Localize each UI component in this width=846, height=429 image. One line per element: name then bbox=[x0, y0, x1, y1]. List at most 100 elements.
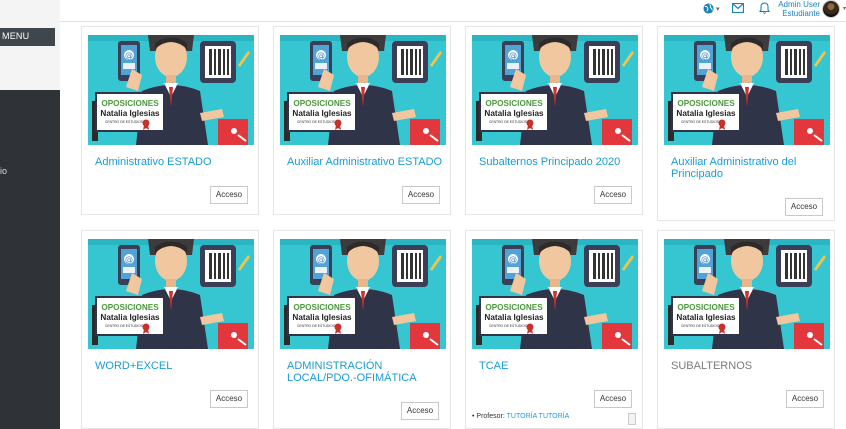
course-card: @ OPOSICIONES Natalia Iglesias CENTRO DE… bbox=[657, 26, 835, 221]
teacher-line: • Profesor: TUTORÍA TUTORÍA bbox=[472, 413, 570, 420]
svg-text:@: @ bbox=[317, 255, 325, 264]
logo-line3: CENTRO DE ESTUDIOS bbox=[681, 120, 720, 124]
course-image[interactable]: @ OPOSICIONES Natalia Iglesias CENTRO DE… bbox=[472, 35, 638, 145]
access-button[interactable]: Acceso bbox=[210, 186, 248, 204]
user-name[interactable]: Admin User bbox=[778, 0, 820, 9]
logo-line2: Natalia Iglesias bbox=[100, 109, 160, 118]
access-button[interactable]: Acceso bbox=[594, 186, 632, 204]
scrollbar[interactable] bbox=[628, 413, 636, 425]
course-card: @ OPOSICIONES Natalia Iglesias CENTRO DE… bbox=[465, 26, 643, 215]
svg-text:@: @ bbox=[701, 51, 709, 60]
teacher-link[interactable]: TUTORÍA TUTORÍA bbox=[507, 413, 570, 420]
access-button[interactable]: Acceso bbox=[210, 390, 248, 408]
course-illustration: @ OPOSICIONES Natalia Iglesias CENTRO DE… bbox=[472, 239, 638, 349]
oposiciones-logo: OPOSICIONES Natalia Iglesias CENTRO DE E… bbox=[479, 296, 549, 336]
logo-line1: OPOSICIONES bbox=[677, 303, 735, 312]
logo-line3: CENTRO DE ESTUDIOS bbox=[681, 324, 720, 328]
course-title[interactable]: WORD+EXCEL bbox=[95, 360, 255, 372]
oposiciones-logo: OPOSICIONES Natalia Iglesias CENTRO DE E… bbox=[287, 296, 357, 336]
logo-line3: CENTRO DE ESTUDIOS bbox=[489, 324, 528, 328]
oposiciones-logo: OPOSICIONES Natalia Iglesias CENTRO DE E… bbox=[671, 296, 741, 336]
menu-label: MENU bbox=[2, 31, 30, 41]
course-title[interactable]: ADMINISTRACIÓN LOCAL/PDO.-OFIMÁTICA bbox=[287, 360, 447, 384]
svg-text:@: @ bbox=[317, 51, 325, 60]
tablet-icon bbox=[584, 245, 620, 287]
svg-text:@: @ bbox=[125, 51, 133, 60]
course-illustration: @ OPOSICIONES Natalia Iglesias CENTRO DE… bbox=[280, 239, 446, 349]
course-card: @ OPOSICIONES Natalia Iglesias CENTRO DE… bbox=[273, 26, 451, 215]
svg-text:@: @ bbox=[701, 255, 709, 264]
tablet-icon bbox=[392, 41, 428, 83]
logo-line1: OPOSICIONES bbox=[677, 99, 735, 108]
course-title[interactable]: SUBALTERNOS bbox=[671, 360, 831, 372]
teacher-label: Profesor: bbox=[476, 413, 505, 420]
course-title[interactable]: Subalternos Principado 2020 bbox=[479, 156, 639, 168]
course-image[interactable]: @ OPOSICIONES Natalia Iglesias CENTRO DE… bbox=[280, 239, 446, 349]
course-card: @ OPOSICIONES Natalia Iglesias CENTRO DE… bbox=[273, 230, 451, 429]
globe-icon bbox=[703, 3, 714, 14]
logo-line2: Natalia Iglesias bbox=[292, 313, 352, 322]
tablet-icon bbox=[776, 245, 812, 287]
oposiciones-logo: OPOSICIONES Natalia Iglesias CENTRO DE E… bbox=[95, 296, 165, 336]
oposiciones-logo: OPOSICIONES Natalia Iglesias CENTRO DE E… bbox=[287, 92, 357, 132]
svg-text:@: @ bbox=[125, 255, 133, 264]
access-button[interactable]: Acceso bbox=[401, 402, 439, 420]
course-image[interactable]: @ OPOSICIONES Natalia Iglesias CENTRO DE… bbox=[664, 239, 830, 349]
top-bar: ▾ Admin User Estudiante ▾ bbox=[60, 0, 846, 22]
course-title[interactable]: Auxiliar Administrativo ESTADO bbox=[287, 156, 447, 168]
access-button[interactable]: Acceso bbox=[786, 390, 824, 408]
course-image[interactable]: @ OPOSICIONES Natalia Iglesias CENTRO DE… bbox=[664, 35, 830, 145]
logo-line1: OPOSICIONES bbox=[101, 303, 159, 312]
messages-button[interactable] bbox=[731, 2, 745, 16]
logo-line2: Natalia Iglesias bbox=[676, 313, 736, 322]
logo-line2: Natalia Iglesias bbox=[676, 109, 736, 118]
svg-text:@: @ bbox=[509, 255, 517, 264]
avatar[interactable] bbox=[822, 0, 840, 18]
access-button[interactable]: Acceso bbox=[785, 198, 823, 216]
course-illustration: @ OPOSICIONES Natalia Iglesias CENTRO DE… bbox=[472, 35, 638, 145]
notifications-button[interactable] bbox=[758, 2, 771, 17]
svg-text:@: @ bbox=[509, 51, 517, 60]
access-button[interactable]: Acceso bbox=[402, 186, 440, 204]
course-card: @ OPOSICIONES Natalia Iglesias CENTRO DE… bbox=[657, 230, 835, 429]
course-card: @ OPOSICIONES Natalia Iglesias CENTRO DE… bbox=[81, 26, 259, 215]
logo-line2: Natalia Iglesias bbox=[100, 313, 160, 322]
logo-line1: OPOSICIONES bbox=[293, 303, 351, 312]
mail-icon bbox=[731, 2, 745, 14]
course-card: @ OPOSICIONES Natalia Iglesias CENTRO DE… bbox=[81, 230, 259, 429]
sidebar-nav bbox=[0, 90, 60, 429]
logo-line1: OPOSICIONES bbox=[485, 99, 543, 108]
sidebar: MENU io bbox=[0, 0, 60, 429]
sidebar-item[interactable]: io bbox=[0, 166, 7, 176]
course-illustration: @ OPOSICIONES Natalia Iglesias CENTRO DE… bbox=[280, 35, 446, 145]
logo-line1: OPOSICIONES bbox=[485, 303, 543, 312]
course-title[interactable]: Administrativo ESTADO bbox=[95, 156, 255, 168]
course-title[interactable]: TCAE bbox=[479, 360, 639, 372]
menu-button[interactable]: MENU bbox=[0, 28, 55, 46]
course-image[interactable]: @ OPOSICIONES Natalia Iglesias CENTRO DE… bbox=[88, 35, 254, 145]
course-illustration: @ OPOSICIONES Natalia Iglesias CENTRO DE… bbox=[664, 239, 830, 349]
logo-line3: CENTRO DE ESTUDIOS bbox=[297, 120, 336, 124]
oposiciones-logo: OPOSICIONES Natalia Iglesias CENTRO DE E… bbox=[479, 92, 549, 132]
course-card: @ OPOSICIONES Natalia Iglesias CENTRO DE… bbox=[465, 230, 643, 429]
tablet-icon bbox=[200, 41, 236, 83]
course-image[interactable]: @ OPOSICIONES Natalia Iglesias CENTRO DE… bbox=[472, 239, 638, 349]
oposiciones-logo: OPOSICIONES Natalia Iglesias CENTRO DE E… bbox=[95, 92, 165, 132]
language-menu[interactable]: ▾ bbox=[703, 2, 720, 17]
logo-line1: OPOSICIONES bbox=[293, 99, 351, 108]
access-button[interactable]: Acceso bbox=[594, 390, 632, 408]
user-role: Estudiante bbox=[782, 9, 820, 18]
course-title[interactable]: Auxiliar Administrativo del Principado bbox=[671, 156, 831, 180]
logo-line2: Natalia Iglesias bbox=[484, 109, 544, 118]
course-image[interactable]: @ OPOSICIONES Natalia Iglesias CENTRO DE… bbox=[280, 35, 446, 145]
course-illustration: @ OPOSICIONES Natalia Iglesias CENTRO DE… bbox=[88, 35, 254, 145]
tablet-icon bbox=[584, 41, 620, 83]
tablet-icon bbox=[776, 41, 812, 83]
logo-line3: CENTRO DE ESTUDIOS bbox=[489, 120, 528, 124]
tablet-icon bbox=[200, 245, 236, 287]
course-image[interactable]: @ OPOSICIONES Natalia Iglesias CENTRO DE… bbox=[88, 239, 254, 349]
logo-line3: CENTRO DE ESTUDIOS bbox=[297, 324, 336, 328]
oposiciones-logo: OPOSICIONES Natalia Iglesias CENTRO DE E… bbox=[671, 92, 741, 132]
logo-line3: CENTRO DE ESTUDIOS bbox=[105, 120, 144, 124]
course-illustration: @ OPOSICIONES Natalia Iglesias CENTRO DE… bbox=[664, 35, 830, 145]
